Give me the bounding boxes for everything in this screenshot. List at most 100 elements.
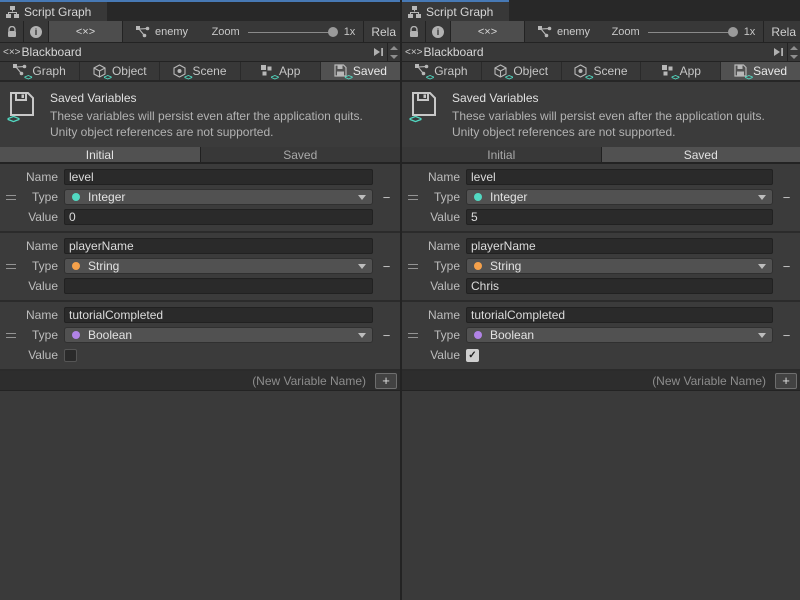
- variables-badge-icon: [24, 74, 31, 82]
- add-variable-button[interactable]: +: [775, 373, 797, 389]
- remove-variable-button[interactable]: −: [383, 329, 391, 342]
- info-icon: [432, 26, 444, 38]
- subtab-initial[interactable]: Initial: [402, 147, 602, 162]
- variables-badge-icon: [271, 74, 278, 82]
- remove-variable-button[interactable]: −: [783, 260, 791, 273]
- variables-badge-icon: [585, 74, 592, 82]
- name-label: Name: [424, 239, 466, 253]
- variable-name-input[interactable]: [64, 238, 373, 254]
- scroll-down-button[interactable]: [788, 52, 800, 61]
- lock-button[interactable]: [0, 21, 24, 42]
- variable-name-input[interactable]: [64, 307, 373, 323]
- popout-icon: [773, 47, 784, 57]
- remove-variable-button[interactable]: −: [783, 329, 791, 342]
- tab-graph[interactable]: Graph: [0, 62, 80, 80]
- popout-button[interactable]: [369, 43, 387, 61]
- type-color-dot: [72, 331, 80, 339]
- variable-name-input[interactable]: [466, 307, 773, 323]
- drag-handle-icon[interactable]: [408, 264, 418, 269]
- zoom-slider-track[interactable]: [248, 32, 332, 33]
- variables-toggle-button[interactable]: <×>: [451, 21, 525, 42]
- chevron-up-icon: [390, 46, 398, 50]
- type-dropdown[interactable]: Integer: [466, 189, 773, 205]
- value-label: Value: [424, 279, 466, 293]
- popout-icon: [373, 47, 384, 57]
- subtab-initial[interactable]: Initial: [0, 147, 201, 162]
- saved-variables-header: Saved Variables These variables will per…: [0, 82, 400, 147]
- zoom-slider[interactable]: [648, 21, 740, 43]
- tab-scene[interactable]: Scene: [562, 62, 642, 80]
- variables-badge-icon: [345, 74, 352, 82]
- info-button[interactable]: [24, 21, 49, 42]
- zoom-value: 1x: [744, 21, 764, 42]
- scroll-up-button[interactable]: [788, 43, 800, 52]
- section-description: These variables will persist even after …: [50, 109, 363, 140]
- tab-saved[interactable]: Saved: [721, 62, 800, 80]
- tab-app[interactable]: App: [241, 62, 321, 80]
- drag-handle-icon[interactable]: [6, 333, 16, 338]
- variable-value-input[interactable]: [64, 278, 373, 294]
- scroll-up-button[interactable]: [388, 43, 400, 52]
- doc-tab-bar: Script Graph: [402, 0, 800, 21]
- tab-graph[interactable]: Graph: [402, 62, 482, 80]
- variables-toggle-button[interactable]: <×>: [49, 21, 123, 42]
- variables-angle-x-icon: <×>: [76, 26, 95, 38]
- variables-angle-x-icon: <×>: [405, 47, 423, 58]
- tab-script-graph[interactable]: Script Graph: [0, 2, 107, 21]
- tab-script-graph[interactable]: Script Graph: [402, 2, 509, 21]
- zoom-slider-handle[interactable]: [328, 27, 338, 37]
- popout-button[interactable]: [769, 43, 787, 61]
- new-variable-name-input[interactable]: [402, 371, 772, 391]
- add-variable-button[interactable]: +: [375, 373, 397, 389]
- remove-variable-button[interactable]: −: [383, 191, 391, 204]
- variable-name-input[interactable]: [466, 169, 773, 185]
- variable-value-checkbox[interactable]: [466, 349, 479, 362]
- type-dropdown[interactable]: Integer: [64, 189, 373, 205]
- tab-title: Script Graph: [426, 5, 493, 19]
- blackboard-header: <×> Blackboard: [0, 43, 400, 62]
- zoom-slider-track[interactable]: [648, 32, 732, 33]
- variable-name-input[interactable]: [466, 238, 773, 254]
- remove-variable-button[interactable]: −: [783, 191, 791, 204]
- drag-handle-icon[interactable]: [408, 195, 418, 200]
- subtab-saved[interactable]: Saved: [201, 147, 401, 162]
- variable-name-input[interactable]: [64, 169, 373, 185]
- zoom-slider-handle[interactable]: [728, 27, 738, 37]
- relations-button[interactable]: Rela: [363, 21, 400, 42]
- tab-object[interactable]: Object: [482, 62, 562, 80]
- tab-object[interactable]: Object: [80, 62, 160, 80]
- relations-button[interactable]: Rela: [763, 21, 800, 42]
- type-color-dot: [72, 193, 80, 201]
- doc-tab-bar: Script Graph: [0, 0, 400, 21]
- drag-handle-icon[interactable]: [408, 333, 418, 338]
- graph-reference[interactable]: enemy: [136, 21, 188, 42]
- type-dropdown[interactable]: String: [466, 258, 773, 274]
- type-color-dot: [474, 331, 482, 339]
- type-dropdown[interactable]: Boolean: [64, 327, 373, 343]
- zoom-slider[interactable]: [248, 21, 340, 43]
- tab-saved[interactable]: Saved: [321, 62, 400, 80]
- variable-value-input[interactable]: [466, 209, 773, 225]
- type-dropdown[interactable]: String: [64, 258, 373, 274]
- graph-reference[interactable]: enemy: [538, 21, 590, 42]
- scroll-down-button[interactable]: [388, 52, 400, 61]
- drag-handle-icon[interactable]: [6, 264, 16, 269]
- drag-handle-icon[interactable]: [6, 195, 16, 200]
- variable-category-tabs: Graph Object Scene App Saved: [402, 62, 800, 82]
- tab-app[interactable]: App: [641, 62, 721, 80]
- subtab-saved[interactable]: Saved: [602, 147, 800, 162]
- info-icon: [30, 26, 42, 38]
- variable-value-checkbox[interactable]: [64, 349, 77, 362]
- tab-scene[interactable]: Scene: [160, 62, 240, 80]
- type-label: Type: [22, 190, 64, 204]
- remove-variable-button[interactable]: −: [383, 260, 391, 273]
- value-label: Value: [424, 210, 466, 224]
- variable-value-input[interactable]: [466, 278, 773, 294]
- lock-button[interactable]: [402, 21, 426, 42]
- info-button[interactable]: [426, 21, 451, 42]
- type-dropdown[interactable]: Boolean: [466, 327, 773, 343]
- new-variable-name-input[interactable]: [0, 371, 372, 391]
- dropdown-caret-icon: [358, 333, 366, 338]
- chevron-down-icon: [390, 55, 398, 59]
- variable-value-input[interactable]: [64, 209, 373, 225]
